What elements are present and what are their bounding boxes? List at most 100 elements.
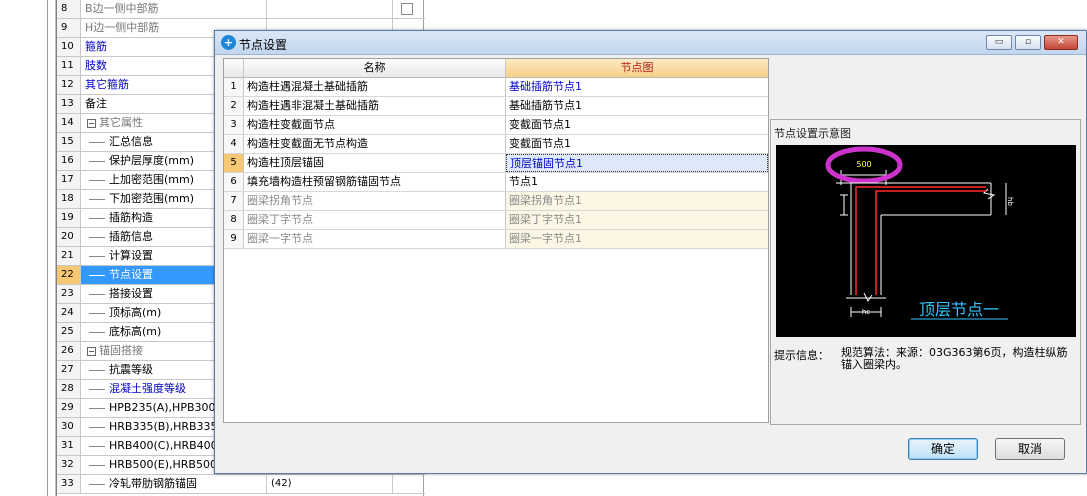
row-number: 7 [224, 192, 244, 210]
property-row-number: 24 [57, 304, 81, 322]
dialog-titlebar[interactable]: + 节点设置 ▭ ▫ ✕ [215, 31, 1086, 55]
table-row[interactable]: 1 构造柱遇混凝土基础插筋 基础插筋节点1 [224, 78, 768, 97]
node-name-cell: 构造柱遇非混凝土基础插筋 [244, 97, 506, 115]
property-row[interactable]: 8 B边一侧中部筋 [57, 0, 425, 19]
node-settings-table: 名称 节点图 1 构造柱遇混凝土基础插筋 基础插筋节点1 2 构造柱遇非混凝土基础插筋基… [223, 58, 769, 423]
cancel-button[interactable]: 取消 [995, 438, 1065, 460]
property-name: 搭接设置 [109, 287, 153, 300]
header-name: 名称 [244, 59, 506, 77]
header-node-picture: 节点图 [506, 59, 768, 77]
node-name-cell: 圈梁一字节点 [244, 230, 506, 248]
table-row[interactable]: 6 填充墙构造柱预留钢筋锚固节点 节点1 [224, 173, 768, 192]
property-row-number: 16 [57, 152, 81, 170]
node-name-cell: 圈梁丁字节点 [244, 211, 506, 229]
left-panel-divider [48, 0, 56, 496]
collapse-toggle-icon[interactable]: − [87, 118, 96, 128]
node-picture-cell[interactable]: 圈梁一字节点1 [506, 230, 768, 248]
tree-line-icon [89, 217, 105, 219]
property-name: H边一侧中部筋 [85, 21, 160, 34]
table-row[interactable]: 7 圈梁拐角节点 圈梁拐角节点1 [224, 192, 768, 211]
table-row[interactable]: 8 圈梁丁字节点 圈梁丁字节点1 [224, 211, 768, 230]
property-name: 插筋信息 [109, 230, 153, 243]
property-row-number: 13 [57, 95, 81, 113]
property-name: 底标高(m) [109, 325, 162, 338]
property-row-number: 11 [57, 57, 81, 75]
property-row-number: 17 [57, 171, 81, 189]
node-settings-dialog: + 节点设置 ▭ ▫ ✕ 名称 节点图 1 构造柱遇混凝土基础插筋 基础插筋节点1 2… [214, 30, 1087, 474]
property-row-number: 14 [57, 114, 81, 132]
tree-line-icon [89, 198, 105, 200]
minimize-button[interactable]: ▭ [986, 35, 1012, 50]
property-row-number: 19 [57, 209, 81, 227]
row-number: 5 [224, 154, 244, 172]
tree-line-icon [89, 236, 105, 238]
node-name-cell: 圈梁拐角节点 [244, 192, 506, 210]
table-row[interactable]: 3 构造柱变截面节点 变截面节点1 [224, 116, 768, 135]
row-number: 4 [224, 135, 244, 153]
table-row[interactable]: 4 构造柱变截面无节点构造 变截面节点1 [224, 135, 768, 154]
row-number: 2 [224, 97, 244, 115]
node-name-cell: 构造柱变截面节点 [244, 116, 506, 134]
row-number: 8 [224, 211, 244, 229]
property-value[interactable] [267, 0, 393, 18]
collapse-toggle-icon[interactable]: − [87, 346, 96, 356]
preview-panel: 节点设置示意图 500 hb hc 顶层节点一 提示信息： 规范算法：来源：03… [770, 119, 1081, 425]
property-checkbox[interactable] [401, 3, 413, 15]
preview-label: 节点设置示意图 [774, 127, 851, 140]
property-row-number: 31 [57, 437, 81, 455]
ok-button[interactable]: 确定 [908, 438, 978, 460]
tree-line-icon [89, 179, 105, 181]
node-picture-cell[interactable]: 圈梁拐角节点1 [506, 192, 768, 210]
property-name: 其它属性 [99, 116, 143, 129]
property-name: 上加密范围(mm) [109, 173, 195, 186]
tree-line-icon [89, 407, 105, 409]
property-name: 肢数 [85, 59, 107, 72]
property-name: HRB400(C),HRB400E( [109, 439, 229, 452]
node-picture-cell[interactable]: 基础插筋节点1 [506, 78, 768, 96]
property-name: 锚固搭接 [99, 344, 143, 357]
tree-line-icon [89, 388, 105, 390]
property-name: 下加密范围(mm) [109, 192, 195, 205]
app-icon: + [221, 35, 236, 50]
property-name: 计算设置 [109, 249, 153, 262]
node-picture-cell[interactable]: 变截面节点1 [506, 135, 768, 153]
property-name: 保护层厚度(mm) [109, 154, 195, 167]
property-row[interactable]: 33 冷轧带肋钢筋锚固 (42) [57, 475, 425, 494]
dim-top-label: 500 [856, 160, 871, 169]
dialog-title: 节点设置 [239, 38, 288, 52]
tree-line-icon [89, 293, 105, 295]
property-name: 汇总信息 [109, 135, 153, 148]
property-row-number: 21 [57, 247, 81, 265]
close-button[interactable]: ✕ [1044, 35, 1078, 50]
property-name: 插筋构造 [109, 211, 153, 224]
node-picture-cell[interactable]: 基础插筋节点1 [506, 97, 768, 115]
property-name: B边一侧中部筋 [85, 2, 159, 15]
row-number: 6 [224, 173, 244, 191]
node-picture-cell[interactable]: 变截面节点1 [506, 116, 768, 134]
maximize-button[interactable]: ▫ [1015, 35, 1041, 50]
table-row[interactable]: 5 构造柱顶层锚固 顶层锚固节点1 [224, 154, 768, 173]
screen: 8 B边一侧中部筋 9 H边一侧中部筋 10 箍筋 11 肢数 12 其它箍筋 13 备注 14− 其它属… [0, 0, 1087, 496]
property-name: 顶标高(m) [109, 306, 162, 319]
tree-line-icon [89, 426, 105, 428]
property-name: 其它箍筋 [85, 78, 129, 91]
diagram-caption: 顶层节点一 [919, 300, 999, 319]
node-picture-cell[interactable]: 顶层锚固节点1 [506, 154, 768, 172]
tree-line-icon [89, 464, 105, 466]
header-row-number [224, 59, 244, 77]
table-row[interactable]: 2 构造柱遇非混凝土基础插筋 基础插筋节点1 [224, 97, 768, 116]
tree-line-icon [89, 312, 105, 314]
tree-line-icon [89, 331, 105, 333]
property-row-number: 10 [57, 38, 81, 56]
property-row-number: 30 [57, 418, 81, 436]
property-value[interactable]: (42) [267, 475, 393, 493]
node-picture-cell[interactable]: 节点1 [506, 173, 768, 191]
dim-bottom-label: hc [862, 308, 870, 316]
property-name: 节点设置 [109, 268, 153, 281]
node-picture-cell[interactable]: 圈梁丁字节点1 [506, 211, 768, 229]
tree-line-icon [89, 255, 105, 257]
row-number: 1 [224, 78, 244, 96]
property-row-number: 15 [57, 133, 81, 151]
row-number: 3 [224, 116, 244, 134]
table-row[interactable]: 9 圈梁一字节点 圈梁一字节点1 [224, 230, 768, 249]
